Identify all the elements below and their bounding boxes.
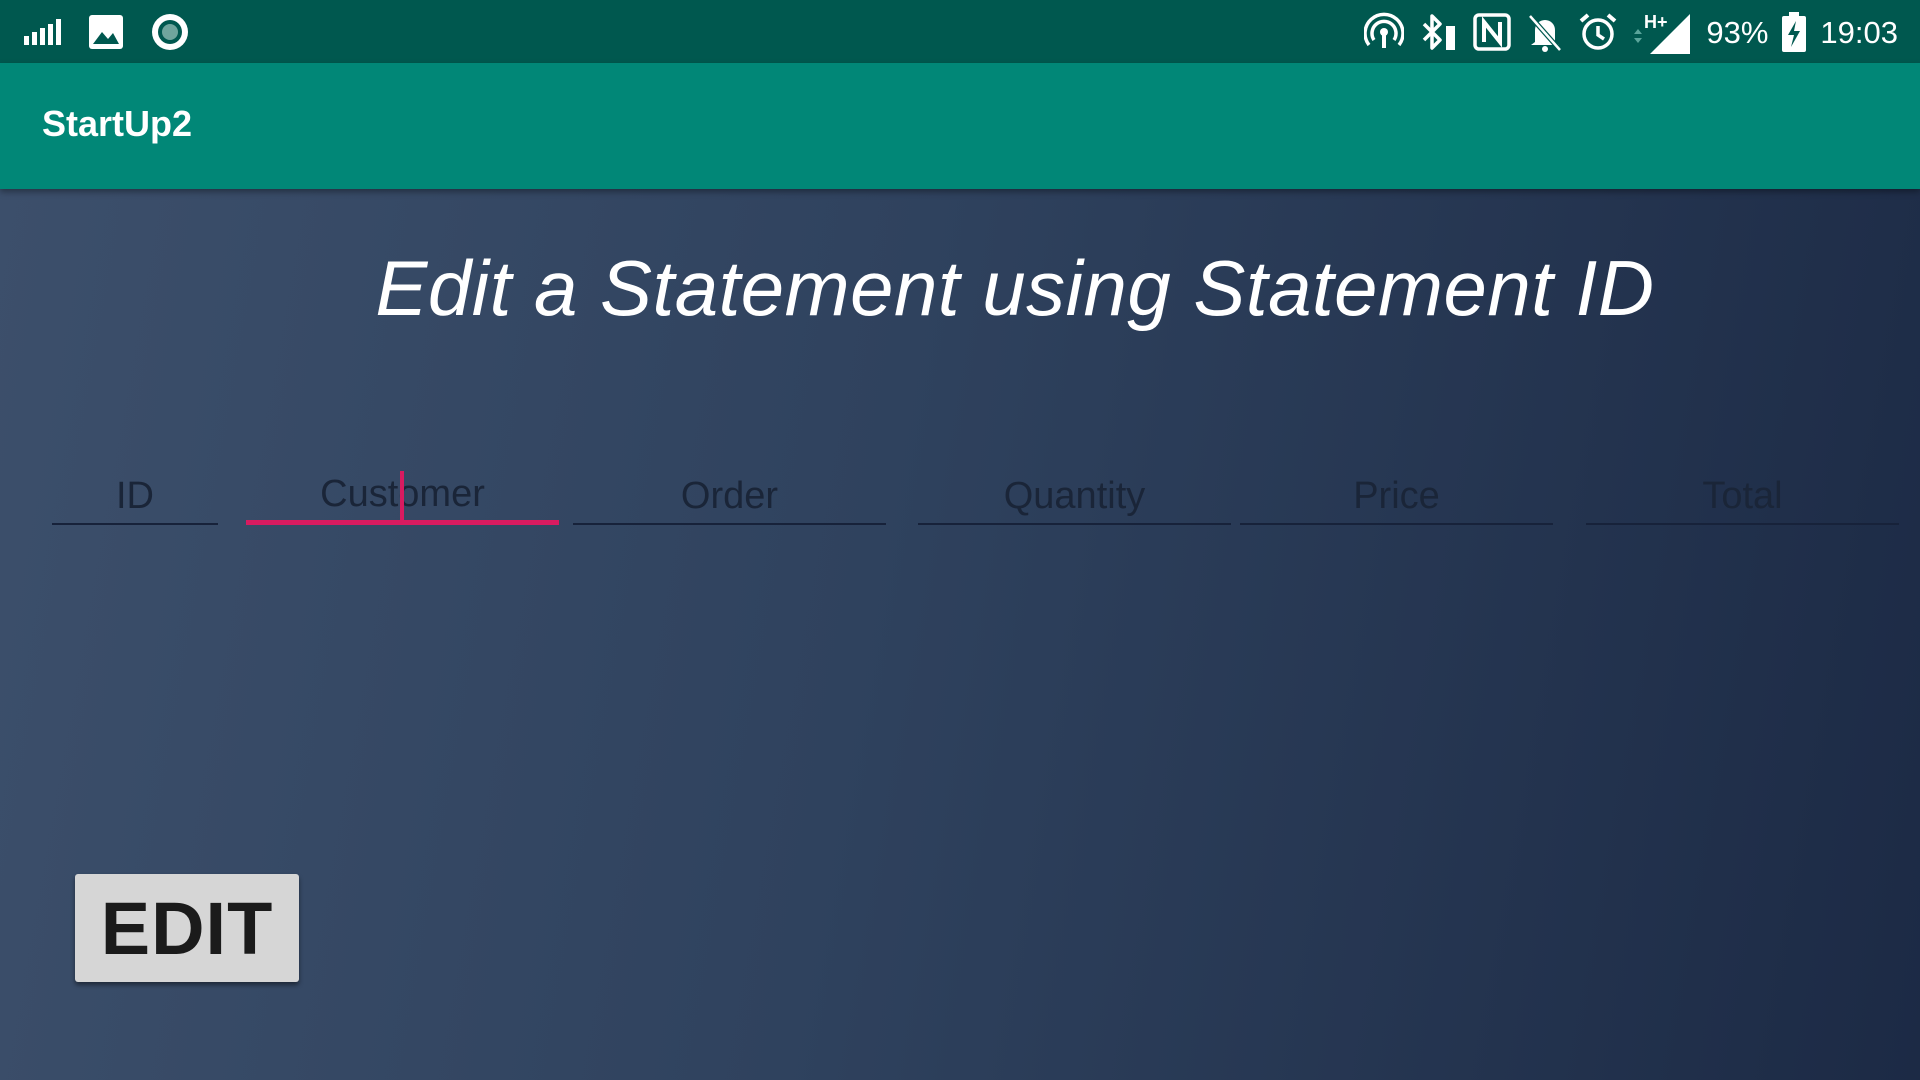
record-notification-icon — [152, 14, 188, 50]
bell-off-icon — [1528, 14, 1563, 52]
page-heading: Edit a Statement using Statement ID — [375, 244, 1655, 332]
image-notification-icon — [89, 15, 123, 49]
nfc-icon — [1473, 13, 1512, 51]
quantity-field[interactable] — [918, 469, 1231, 525]
alarm-clock-icon — [1580, 13, 1617, 50]
total-input[interactable] — [1586, 469, 1899, 523]
status-bar: H+ 93% 19:03 — [0, 0, 1920, 63]
total-field[interactable] — [1586, 469, 1899, 525]
main-content: Edit a Statement using Statement ID EDIT — [0, 189, 1920, 1080]
price-field[interactable] — [1240, 469, 1553, 525]
signal-bars-icon — [24, 19, 61, 45]
customer-field[interactable] — [246, 469, 559, 525]
text-cursor — [400, 471, 404, 523]
order-input[interactable] — [573, 469, 886, 523]
app-bar: StartUp2 — [0, 63, 1920, 189]
app-title: StartUp2 — [42, 103, 193, 144]
clock: 19:03 — [1820, 14, 1898, 50]
battery-percentage: 93% — [1706, 14, 1769, 50]
id-field[interactable] — [52, 469, 218, 525]
battery-charging-icon — [1782, 12, 1807, 52]
quantity-input[interactable] — [918, 469, 1231, 523]
id-input[interactable] — [52, 469, 218, 523]
status-bar-notifications — [24, 10, 190, 54]
network-type-label: H+ — [1644, 12, 1668, 32]
bluetooth-icon — [1423, 14, 1456, 50]
price-input[interactable] — [1240, 469, 1553, 523]
screen: H+ 93% 19:03 StartUp2 Edit a Statement u… — [0, 0, 1920, 1080]
mobile-data-icon: H+ — [1634, 12, 1691, 54]
hotspot-icon — [1364, 12, 1405, 48]
status-bar-system: H+ 93% 19:03 — [1364, 8, 1898, 56]
order-field[interactable] — [573, 469, 886, 525]
edit-button[interactable]: EDIT — [75, 874, 299, 982]
